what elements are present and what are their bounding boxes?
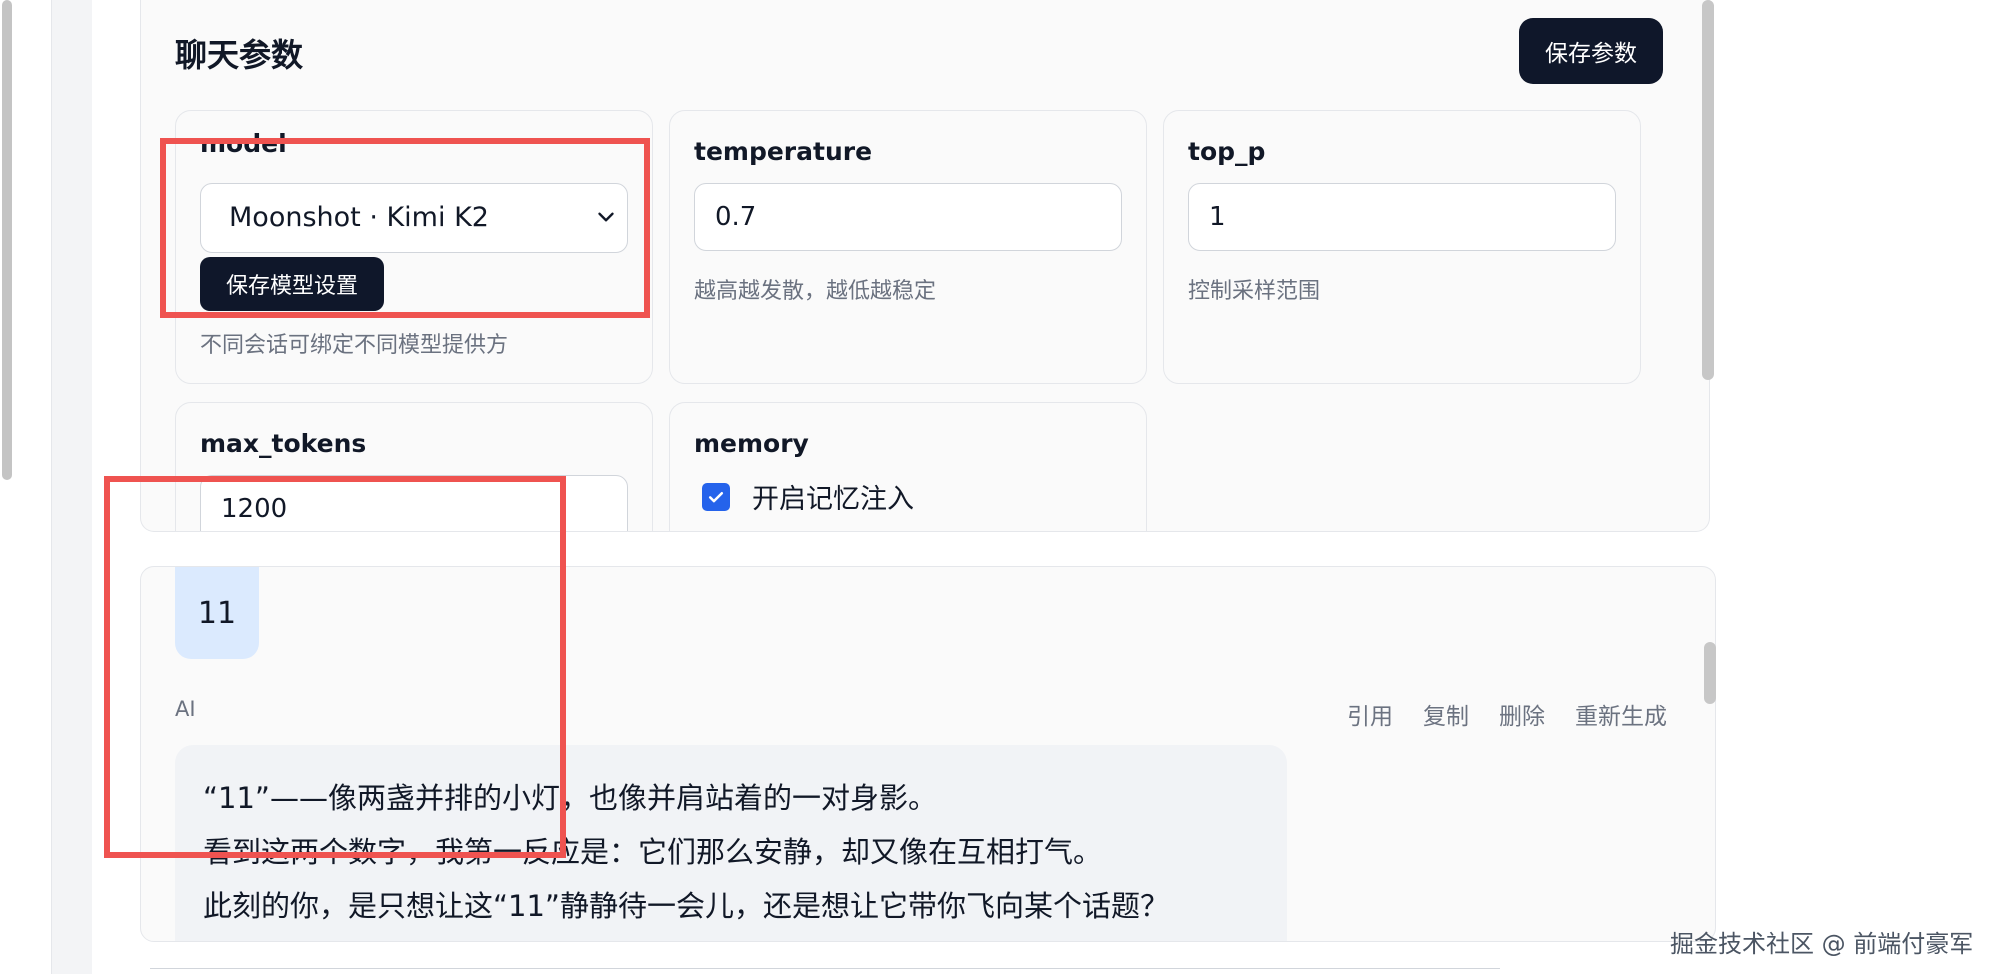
temperature-card: temperature 越高越发散，越低越稳定	[669, 110, 1147, 384]
app-window: 聊天参数 保存参数 model Moonshot · Kimi K2 保存模型设…	[0, 0, 1998, 974]
temperature-input[interactable]	[694, 183, 1122, 251]
check-icon	[708, 491, 724, 502]
copy-action[interactable]: 复制	[1423, 697, 1469, 731]
left-sidebar	[0, 0, 52, 974]
max-tokens-label: max_tokens	[200, 429, 367, 458]
top-p-card: top_p 控制采样范围	[1163, 110, 1641, 384]
quote-action[interactable]: 引用	[1347, 697, 1393, 731]
top-p-hint: 控制采样范围	[1188, 279, 1321, 304]
delete-action[interactable]: 删除	[1499, 697, 1545, 731]
save-params-button[interactable]: 保存参数	[1519, 18, 1663, 84]
model-hint: 不同会话可绑定不同模型提供方	[200, 333, 509, 358]
memory-card: memory 开启记忆注入	[669, 402, 1147, 531]
ai-message-line: 此刻的你，是只想让这“11”静静待一会儿，还是想让它带你飞向某个话题？	[203, 889, 1169, 923]
annotation-box-model	[160, 138, 650, 318]
left-scrollbar[interactable]	[2, 0, 12, 480]
panel-title: 聊天参数	[175, 36, 304, 74]
memory-checkbox-row[interactable]: 开启记忆注入	[702, 477, 914, 516]
watermark: 掘金技术社区 @ 前端付豪军	[1670, 930, 1974, 958]
params-scrollbar[interactable]	[1702, 0, 1714, 380]
temperature-label: temperature	[694, 137, 873, 166]
memory-checkbox[interactable]	[702, 482, 730, 511]
top-p-input[interactable]	[1188, 183, 1616, 251]
top-p-label: top_p	[1188, 137, 1266, 166]
regenerate-action[interactable]: 重新生成	[1575, 697, 1667, 731]
chat-scrollbar[interactable]	[1704, 642, 1716, 704]
message-actions: 引用 复制 删除 重新生成	[1347, 697, 1667, 731]
composer-top-edge	[150, 968, 1500, 974]
memory-label: memory	[694, 429, 809, 458]
temperature-hint: 越高越发散，越低越稳定	[694, 279, 937, 304]
right-pane	[1812, 0, 1998, 974]
annotation-box-max-tokens	[104, 476, 566, 858]
memory-checkbox-label: 开启记忆注入	[752, 484, 914, 515]
